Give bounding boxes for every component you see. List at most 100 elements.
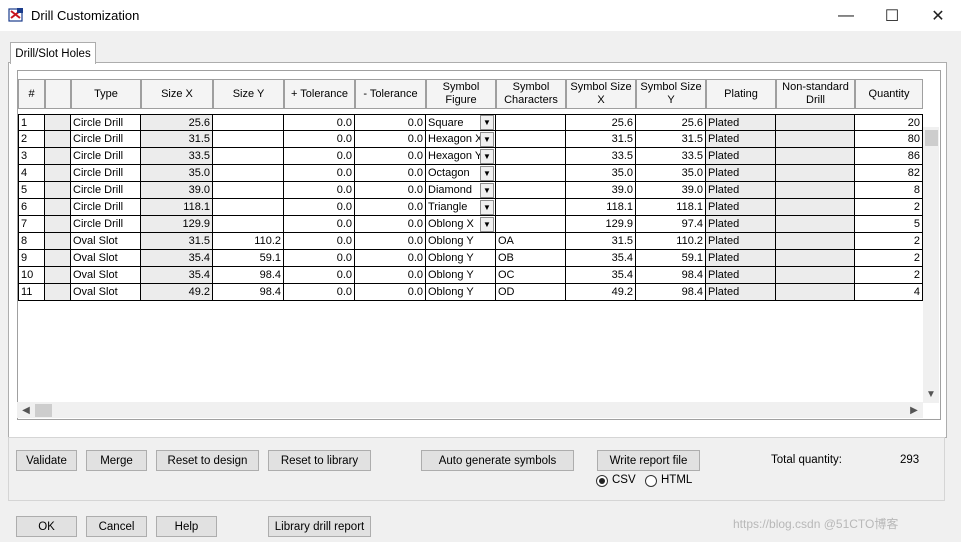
vertical-scroll-thumb[interactable]	[925, 130, 938, 146]
table-cell-col-size-y[interactable]	[213, 114, 284, 131]
merge-button[interactable]: Merge	[86, 450, 147, 471]
table-cell-col-plus-tolerance[interactable]: 0.0	[284, 182, 355, 199]
table-cell-col-symbol-characters[interactable]	[496, 148, 566, 165]
header-col-size-x[interactable]: Size X	[141, 79, 213, 109]
dropdown-arrow-icon[interactable]: ▼	[480, 115, 494, 130]
table-cell-col-minus-tolerance[interactable]: 0.0	[355, 216, 426, 233]
table-cell-col-number[interactable]: 3	[18, 148, 45, 165]
table-cell-col-symbol-characters[interactable]: OB	[496, 250, 566, 267]
table-cell-col-symbol-characters[interactable]: OC	[496, 267, 566, 284]
table-cell-col-number[interactable]: 10	[18, 267, 45, 284]
table-cell-col-plating[interactable]: Plated	[706, 267, 776, 284]
table-cell-col-symbol-characters[interactable]	[496, 199, 566, 216]
table-cell-col-size-x[interactable]: 33.5	[141, 148, 213, 165]
table-cell-col-symbol-figure[interactable]: Oblong Y	[426, 233, 496, 250]
table-cell-col-type[interactable]: Oval Slot	[71, 233, 141, 250]
table-cell-col-minus-tolerance[interactable]: 0.0	[355, 250, 426, 267]
table-cell-col-number[interactable]: 7	[18, 216, 45, 233]
table-cell-col-symbol-characters[interactable]	[496, 216, 566, 233]
header-col-size-y[interactable]: Size Y	[213, 79, 284, 109]
table-cell-col-minus-tolerance[interactable]: 0.0	[355, 267, 426, 284]
library-drill-report-button[interactable]: Library drill report	[268, 516, 371, 537]
header-col-plus-tolerance[interactable]: + Tolerance	[284, 79, 355, 109]
table-cell-col-blank[interactable]	[45, 114, 71, 131]
table-cell-col-non-standard-drill[interactable]	[776, 165, 855, 182]
table-cell-col-plating[interactable]: Plated	[706, 233, 776, 250]
dropdown-arrow-icon[interactable]: ▼	[480, 183, 494, 198]
table-cell-col-type[interactable]: Circle Drill	[71, 114, 141, 131]
table-cell-col-size-y[interactable]: 59.1	[213, 250, 284, 267]
ok-button[interactable]: OK	[16, 516, 77, 537]
dropdown-arrow-icon[interactable]: ▼	[480, 200, 494, 215]
table-cell-col-plating[interactable]: Plated	[706, 114, 776, 131]
table-cell-col-blank[interactable]	[45, 182, 71, 199]
table-cell-col-symbol-figure[interactable]: Oblong Y	[426, 267, 496, 284]
table-cell-col-plus-tolerance[interactable]: 0.0	[284, 165, 355, 182]
table-cell-col-symbol-size-x[interactable]: 35.4	[566, 250, 636, 267]
table-cell-col-quantity[interactable]: 20	[855, 114, 923, 131]
table-cell-col-symbol-characters[interactable]	[496, 114, 566, 131]
table-cell-col-number[interactable]: 5	[18, 182, 45, 199]
html-radio[interactable]	[645, 475, 657, 487]
table-cell-col-number[interactable]: 4	[18, 165, 45, 182]
scroll-left-arrow-icon[interactable]: ◀	[18, 402, 34, 418]
table-cell-col-symbol-size-x[interactable]: 33.5	[566, 148, 636, 165]
table-cell-col-blank[interactable]	[45, 250, 71, 267]
table-cell-col-quantity[interactable]: 4	[855, 284, 923, 301]
table-cell-col-type[interactable]: Oval Slot	[71, 267, 141, 284]
table-cell-col-blank[interactable]	[45, 284, 71, 301]
table-cell-col-minus-tolerance[interactable]: 0.0	[355, 148, 426, 165]
table-cell-col-size-x[interactable]: 25.6	[141, 114, 213, 131]
table-cell-col-size-y[interactable]	[213, 216, 284, 233]
header-col-number[interactable]: #	[18, 79, 45, 109]
table-cell-col-size-x[interactable]: 31.5	[141, 131, 213, 148]
table-cell-col-size-y[interactable]: 98.4	[213, 267, 284, 284]
table-cell-col-minus-tolerance[interactable]: 0.0	[355, 199, 426, 216]
table-cell-col-minus-tolerance[interactable]: 0.0	[355, 114, 426, 131]
table-cell-col-plus-tolerance[interactable]: 0.0	[284, 233, 355, 250]
table-cell-col-size-y[interactable]	[213, 148, 284, 165]
table-cell-col-quantity[interactable]: 82	[855, 165, 923, 182]
table-cell-col-size-x[interactable]: 31.5	[141, 233, 213, 250]
table-cell-col-number[interactable]: 1	[18, 114, 45, 131]
table-cell-col-minus-tolerance[interactable]: 0.0	[355, 165, 426, 182]
csv-radio[interactable]	[596, 475, 608, 487]
table-cell-col-quantity[interactable]: 80	[855, 131, 923, 148]
table-cell-col-size-x[interactable]: 35.4	[141, 250, 213, 267]
table-cell-col-size-y[interactable]: 110.2	[213, 233, 284, 250]
dropdown-arrow-icon[interactable]: ▼	[480, 149, 494, 164]
table-cell-col-non-standard-drill[interactable]	[776, 182, 855, 199]
table-cell-col-symbol-size-x[interactable]: 25.6	[566, 114, 636, 131]
table-cell-col-type[interactable]: Oval Slot	[71, 250, 141, 267]
table-cell-col-symbol-size-x[interactable]: 118.1	[566, 199, 636, 216]
table-cell-col-plating[interactable]: Plated	[706, 182, 776, 199]
table-cell-col-size-x[interactable]: 35.0	[141, 165, 213, 182]
header-col-plating[interactable]: Plating	[706, 79, 776, 109]
table-cell-col-non-standard-drill[interactable]	[776, 148, 855, 165]
horizontal-scrollbar[interactable]	[17, 402, 923, 418]
header-col-symbol-characters[interactable]: Symbol Characters	[496, 79, 566, 109]
table-cell-col-size-y[interactable]: 98.4	[213, 284, 284, 301]
table-cell-col-size-y[interactable]	[213, 131, 284, 148]
table-cell-col-symbol-size-y[interactable]: 98.4	[636, 284, 706, 301]
table-cell-col-symbol-size-y[interactable]: 97.4	[636, 216, 706, 233]
table-cell-col-type[interactable]: Circle Drill	[71, 148, 141, 165]
table-cell-col-symbol-size-x[interactable]: 39.0	[566, 182, 636, 199]
dropdown-arrow-icon[interactable]: ▼	[480, 166, 494, 181]
table-cell-col-symbol-size-y[interactable]: 39.0	[636, 182, 706, 199]
table-cell-col-quantity[interactable]: 5	[855, 216, 923, 233]
table-cell-col-plating[interactable]: Plated	[706, 284, 776, 301]
table-cell-col-blank[interactable]	[45, 131, 71, 148]
table-cell-col-size-x[interactable]: 49.2	[141, 284, 213, 301]
horizontal-scroll-thumb[interactable]	[35, 404, 52, 417]
table-cell-col-type[interactable]: Circle Drill	[71, 165, 141, 182]
table-cell-col-symbol-size-y[interactable]: 59.1	[636, 250, 706, 267]
validate-button[interactable]: Validate	[16, 450, 77, 471]
table-cell-col-symbol-size-x[interactable]: 49.2	[566, 284, 636, 301]
table-cell-col-size-x[interactable]: 129.9	[141, 216, 213, 233]
table-cell-col-minus-tolerance[interactable]: 0.0	[355, 233, 426, 250]
table-cell-col-plating[interactable]: Plated	[706, 131, 776, 148]
close-button[interactable]: ✕	[915, 0, 961, 31]
table-cell-col-type[interactable]: Circle Drill	[71, 131, 141, 148]
header-col-symbol-size-x[interactable]: Symbol Size X	[566, 79, 636, 109]
